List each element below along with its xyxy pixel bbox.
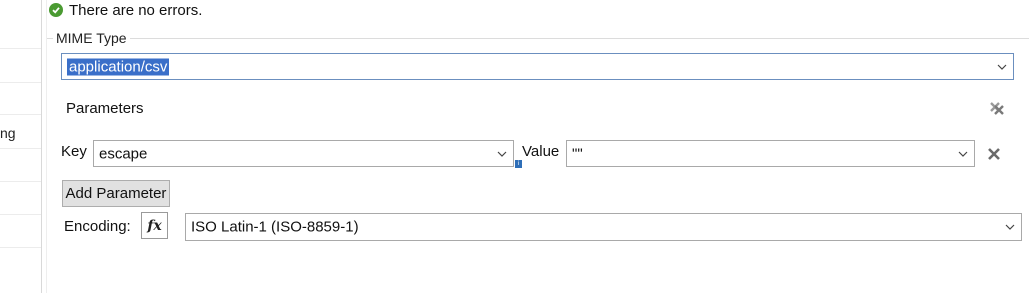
mime-type-combobox[interactable]: application/csv <box>61 53 1014 80</box>
remove-parameter-icon[interactable] <box>987 147 1001 161</box>
value-combobox[interactable]: "" <box>566 140 975 167</box>
left-panel-divider <box>0 181 41 182</box>
left-panel-divider <box>0 48 41 49</box>
key-label: Key <box>61 143 87 160</box>
value-label: Value <box>522 143 560 160</box>
fx-expression-button[interactable]: fx <box>141 212 168 239</box>
left-panel <box>0 0 41 293</box>
panel-divider-inner <box>46 0 47 293</box>
left-panel-divider <box>0 82 41 83</box>
check-circle-icon <box>49 3 63 17</box>
encoding-combobox[interactable]: ISO Latin-1 (ISO-8859-1) <box>185 213 1022 241</box>
status-message: There are no errors. <box>69 2 203 19</box>
encoding-value: ISO Latin-1 (ISO-8859-1) <box>191 218 359 236</box>
left-panel-divider <box>0 114 41 115</box>
chevron-down-icon[interactable] <box>1005 222 1015 232</box>
encoding-label: Encoding: <box>64 218 131 235</box>
mime-group-border <box>47 38 1029 39</box>
value-value: "" <box>572 145 583 162</box>
mime-group-legend: MIME Type <box>53 30 130 46</box>
left-panel-item-label[interactable]: ng <box>0 125 16 141</box>
left-panel-divider <box>0 214 41 215</box>
left-panel-divider <box>0 148 41 149</box>
key-combobox[interactable]: escape <box>93 140 514 167</box>
info-icon: i <box>515 160 522 168</box>
chevron-down-icon[interactable] <box>958 149 968 159</box>
key-value: escape <box>99 145 148 162</box>
mime-type-value: application/csv <box>67 58 170 75</box>
chevron-down-icon[interactable] <box>497 149 507 159</box>
chevron-down-icon[interactable] <box>997 62 1007 72</box>
left-panel-divider <box>0 247 41 248</box>
parameters-label: Parameters <box>66 100 144 117</box>
clear-parameters-icon[interactable] <box>988 99 1006 117</box>
add-parameter-button[interactable]: Add Parameter <box>62 180 170 207</box>
panel-divider[interactable] <box>41 0 42 293</box>
